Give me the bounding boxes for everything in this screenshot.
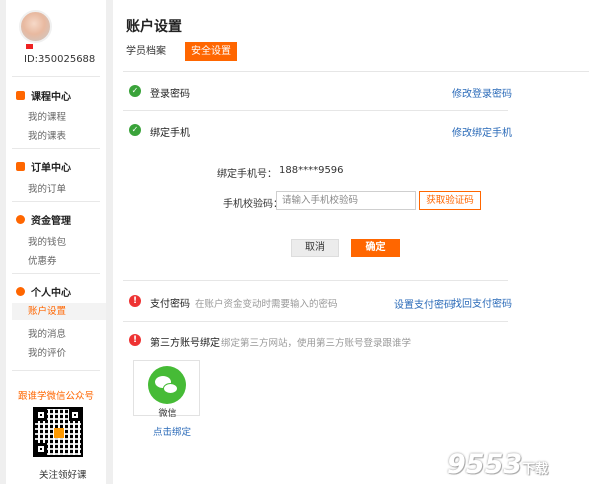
sidebar-item-wallet[interactable]: 我的钱包 — [28, 234, 66, 248]
section-funds: 资金管理 — [16, 212, 71, 227]
watermark-text: 9553 — [447, 449, 523, 480]
section-personal: 个人中心 — [16, 284, 71, 299]
sidebar: ID:350025688 课程中心 我的课程 我的课表 订单中心 我的订单 资金… — [6, 0, 106, 484]
divider — [123, 110, 508, 111]
sidebar-item-my-orders[interactable]: 我的订单 — [28, 181, 66, 195]
sidebar-item-my-courses[interactable]: 我的课程 — [28, 109, 66, 123]
wechat-account-title: 跟谁学微信公众号 — [18, 391, 95, 402]
main-panel: 账户设置 学员档案 安全设置 ✓ 登录密码 修改登录密码 ✓ 绑定手机 修改绑定… — [113, 0, 600, 484]
warning-icon: ! — [129, 334, 141, 346]
divider — [123, 71, 589, 72]
qr-logo — [54, 428, 64, 438]
cancel-button[interactable]: 取消 — [291, 239, 339, 257]
divider — [123, 321, 508, 322]
sidebar-item-my-reviews[interactable]: 我的评价 — [28, 345, 66, 359]
confirm-button[interactable]: 确定 — [351, 239, 400, 257]
divider — [12, 148, 100, 149]
check-icon: ✓ — [129, 85, 141, 97]
divider — [12, 76, 100, 77]
divider — [12, 201, 100, 202]
wechat-bind-link[interactable]: 点击绑定 — [153, 424, 191, 438]
divider — [12, 370, 100, 371]
section-title: 个人中心 — [31, 288, 71, 299]
user-id: ID:350025688 — [24, 54, 96, 65]
sidebar-item-coupons[interactable]: 优惠券 — [28, 253, 57, 267]
tab-student-profile[interactable]: 学员档案 — [126, 42, 166, 61]
recover-pay-password-link[interactable]: 找回支付密码 — [452, 295, 512, 310]
login-password-label: 登录密码 — [150, 89, 190, 100]
book-icon — [16, 91, 25, 100]
flag-icon — [26, 44, 33, 49]
page-title: 账户设置 — [126, 19, 182, 35]
section-course: 课程中心 — [16, 88, 71, 103]
qr-code — [33, 407, 83, 457]
wechat-bubble — [163, 383, 178, 394]
set-pay-password-link[interactable]: 设置支付密码 — [394, 296, 454, 311]
watermark-suffix: 下载 — [522, 462, 549, 477]
qr-corner — [35, 409, 47, 421]
sidebar-item-account-settings[interactable]: 账户设置 — [12, 303, 106, 320]
section-order: 订单中心 — [16, 159, 71, 174]
tab-security-settings[interactable]: 安全设置 — [185, 42, 237, 61]
section-title: 课程中心 — [31, 92, 71, 103]
sidebar-item-my-messages[interactable]: 我的消息 — [28, 326, 66, 340]
pay-password-label: 支付密码 — [150, 299, 190, 310]
wechat-card[interactable]: 微信 — [133, 360, 200, 419]
bound-phone-label: 绑定手机号： — [217, 169, 277, 180]
site-watermark: 9553下载 — [447, 449, 548, 480]
divider — [12, 273, 100, 274]
qr-corner — [69, 409, 81, 421]
coin-icon — [16, 215, 25, 224]
verification-code-input[interactable] — [276, 191, 416, 210]
third-party-binding-description: 绑定第三方网站，使用第三方账号登录跟谁学 — [221, 338, 412, 349]
pay-password-description: 在账户资金变动时需要输入的密码 — [195, 299, 338, 310]
bound-phone-value: 188****9596 — [279, 165, 344, 176]
sidebar-item-my-schedule[interactable]: 我的课表 — [28, 128, 66, 142]
warning-icon: ! — [129, 295, 141, 307]
section-title: 资金管理 — [31, 216, 71, 227]
third-party-binding-label: 第三方账号绑定 — [150, 338, 220, 349]
verification-code-label: 手机校验码： — [223, 199, 283, 210]
person-icon — [16, 287, 25, 296]
change-bound-phone-link[interactable]: 修改绑定手机 — [452, 124, 512, 139]
qr-corner — [35, 443, 47, 455]
divider — [123, 280, 508, 281]
avatar[interactable] — [19, 10, 52, 43]
get-code-button[interactable]: 获取验证码 — [419, 191, 481, 210]
section-title: 订单中心 — [31, 163, 71, 174]
order-icon — [16, 162, 25, 171]
check-icon: ✓ — [129, 124, 141, 136]
wechat-icon — [148, 366, 186, 404]
qr-caption: 关注领好课 — [39, 470, 87, 481]
bind-phone-label: 绑定手机 — [150, 128, 190, 139]
wechat-label: 微信 — [158, 409, 177, 419]
change-login-password-link[interactable]: 修改登录密码 — [452, 85, 512, 100]
